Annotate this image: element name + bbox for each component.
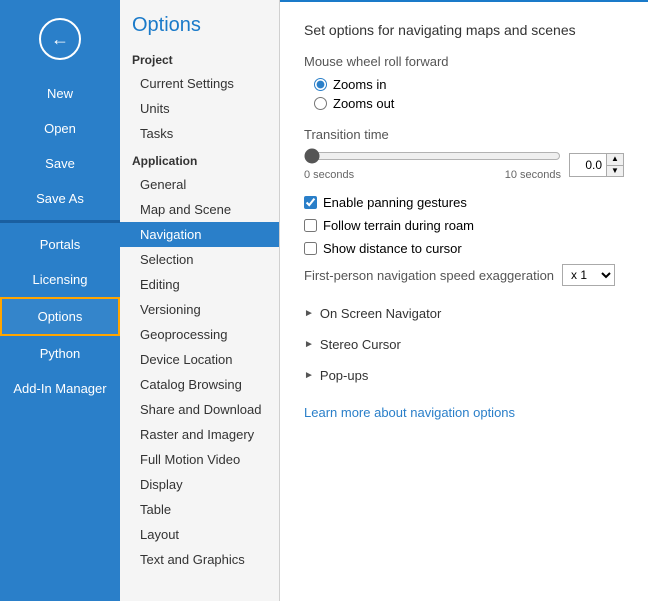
transition-label: Transition time [304, 127, 624, 142]
radio-zoom-out-label: Zooms out [333, 96, 394, 111]
checkbox-terrain[interactable] [304, 219, 317, 232]
radio-zoom-out[interactable] [314, 97, 327, 110]
checkbox-terrain-label: Follow terrain during roam [323, 218, 474, 233]
chevron-icon-stereo: ► [304, 339, 314, 350]
nav-selection[interactable]: Selection [120, 247, 279, 272]
spinner-box: ▲ ▼ [569, 153, 624, 177]
slider-min-label: 0 seconds [304, 169, 354, 181]
sidebar-item-portals[interactable]: Portals [0, 227, 120, 262]
sidebar: ← New Open Save Save As Portals Licensin… [0, 0, 120, 601]
sidebar-item-options[interactable]: Options [0, 297, 120, 336]
radio-row-zoom-out: Zooms out [314, 96, 624, 111]
sidebar-item-save-as[interactable]: Save As [0, 181, 120, 216]
slider-labels: 0 seconds 10 seconds [304, 169, 561, 181]
transition-slider[interactable] [304, 148, 561, 164]
nav-versioning[interactable]: Versioning [120, 297, 279, 322]
speed-label: First-person navigation speed exaggerati… [304, 268, 554, 283]
chevron-icon-navigator: ► [304, 308, 314, 319]
collapsible-on-screen-navigator: ► On Screen Navigator [304, 302, 624, 325]
learn-link[interactable]: Learn more about navigation options [304, 405, 515, 420]
nav-share-and-download[interactable]: Share and Download [120, 397, 279, 422]
spinner-up-button[interactable]: ▲ [607, 154, 623, 165]
spinner-input[interactable] [570, 156, 606, 174]
nav-navigation[interactable]: Navigation [120, 222, 279, 247]
nav-current-settings[interactable]: Current Settings [120, 71, 279, 96]
collapsible-header-navigator[interactable]: ► On Screen Navigator [304, 302, 624, 325]
speed-row: First-person navigation speed exaggerati… [304, 264, 624, 286]
nav-general[interactable]: General [120, 172, 279, 197]
spinner-down-button[interactable]: ▼ [607, 165, 623, 176]
collapsible-header-popups[interactable]: ► Pop-ups [304, 364, 624, 387]
radio-group-zoom: Zooms in Zooms out [304, 77, 624, 111]
collapsible-label-navigator: On Screen Navigator [320, 306, 441, 321]
checkbox-panning-label: Enable panning gestures [323, 195, 467, 210]
back-button[interactable]: ← [39, 18, 81, 60]
nav-table[interactable]: Table [120, 497, 279, 522]
sidebar-item-licensing[interactable]: Licensing [0, 262, 120, 297]
mid-panel: Options Project Current Settings Units T… [120, 0, 280, 601]
panel-title: Options [120, 0, 279, 45]
radio-row-zoom-in: Zooms in [314, 77, 624, 92]
speed-select[interactable]: x 1 x 2 x 5 x 10 [562, 264, 615, 286]
nav-map-and-scene[interactable]: Map and Scene [120, 197, 279, 222]
sidebar-item-save[interactable]: Save [0, 146, 120, 181]
slider-row: 0 seconds 10 seconds ▲ ▼ [304, 148, 624, 181]
nav-catalog-browsing[interactable]: Catalog Browsing [120, 372, 279, 397]
spinner-buttons: ▲ ▼ [606, 154, 623, 176]
checkbox-distance-label: Show distance to cursor [323, 241, 462, 256]
nav-text-and-graphics[interactable]: Text and Graphics [120, 547, 279, 572]
nav-editing[interactable]: Editing [120, 272, 279, 297]
nav-list: Project Current Settings Units Tasks App… [120, 45, 279, 601]
content-title: Set options for navigating maps and scen… [304, 22, 624, 38]
nav-tasks[interactable]: Tasks [120, 121, 279, 146]
sidebar-item-open[interactable]: Open [0, 111, 120, 146]
checkbox-row-terrain: Follow terrain during roam [304, 218, 624, 233]
collapsible-header-stereo[interactable]: ► Stereo Cursor [304, 333, 624, 356]
nav-display[interactable]: Display [120, 472, 279, 497]
chevron-icon-popups: ► [304, 370, 314, 381]
nav-device-location[interactable]: Device Location [120, 347, 279, 372]
sidebar-divider [0, 220, 120, 223]
group-project: Project [120, 45, 279, 71]
content-panel: Set options for navigating maps and scen… [280, 0, 648, 601]
mouse-wheel-label: Mouse wheel roll forward [304, 54, 624, 69]
nav-raster-and-imagery[interactable]: Raster and Imagery [120, 422, 279, 447]
checkbox-row-distance: Show distance to cursor [304, 241, 624, 256]
checkbox-panning[interactable] [304, 196, 317, 209]
nav-layout[interactable]: Layout [120, 522, 279, 547]
sidebar-item-new[interactable]: New [0, 76, 120, 111]
collapsible-stereo-cursor: ► Stereo Cursor [304, 333, 624, 356]
slider-container: 0 seconds 10 seconds [304, 148, 561, 181]
collapsible-popups: ► Pop-ups [304, 364, 624, 387]
checkbox-distance[interactable] [304, 242, 317, 255]
collapsible-label-popups: Pop-ups [320, 368, 368, 383]
radio-zoom-in[interactable] [314, 78, 327, 91]
nav-full-motion-video[interactable]: Full Motion Video [120, 447, 279, 472]
nav-units[interactable]: Units [120, 96, 279, 121]
transition-section: Transition time 0 seconds 10 seconds ▲ ▼ [304, 127, 624, 181]
group-application: Application [120, 146, 279, 172]
sidebar-item-python[interactable]: Python [0, 336, 120, 371]
radio-zoom-in-label: Zooms in [333, 77, 386, 92]
checkbox-row-panning: Enable panning gestures [304, 195, 624, 210]
sidebar-item-addin[interactable]: Add-In Manager [0, 371, 120, 406]
collapsible-label-stereo: Stereo Cursor [320, 337, 401, 352]
slider-max-label: 10 seconds [505, 169, 561, 181]
nav-geoprocessing[interactable]: Geoprocessing [120, 322, 279, 347]
